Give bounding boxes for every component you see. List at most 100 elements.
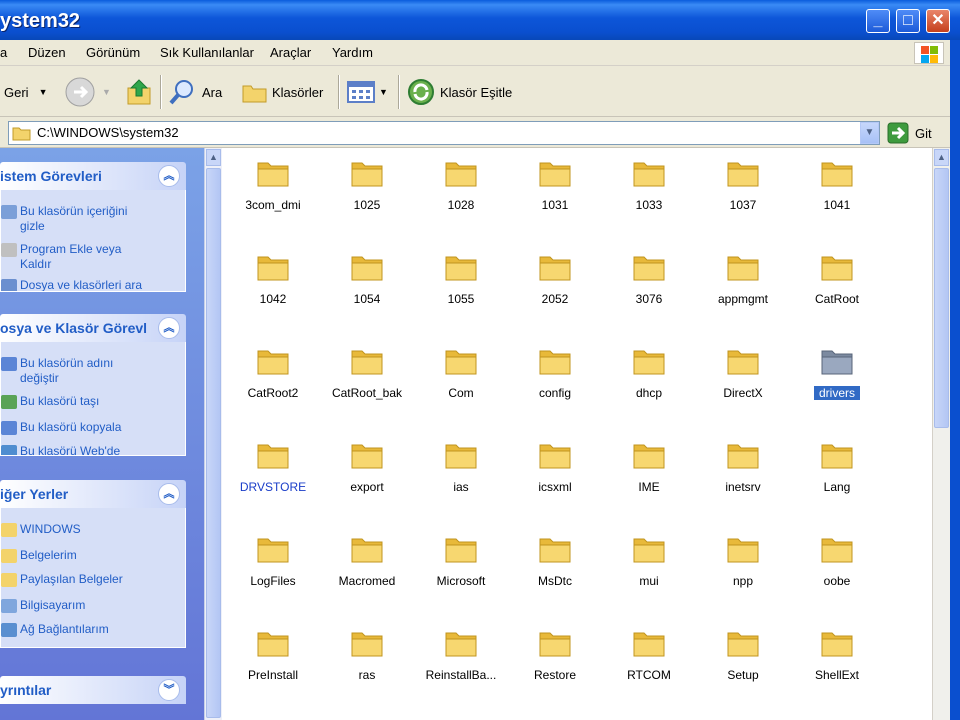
folder-item[interactable]: LogFiles: [226, 528, 316, 608]
folder-item[interactable]: 1031: [508, 152, 598, 232]
folder-item[interactable]: drivers: [790, 340, 880, 420]
folder-item[interactable]: RTCOM: [602, 622, 692, 702]
menu-bar: a Düzen Görünüm Sık Kullanılanlar Araçla…: [0, 40, 960, 66]
folder-item[interactable]: DRVSTORE: [226, 434, 316, 514]
folder-icon: [821, 632, 853, 657]
maximize-button[interactable]: □: [896, 9, 920, 33]
task-pane-scrollbar[interactable]: ▲: [204, 148, 222, 720]
chevron-down-icon[interactable]: ▼: [102, 87, 111, 97]
file-tasks-header[interactable]: osya ve Klasör Görevl ︽: [0, 314, 186, 342]
task-label: Program Ekle veya Kaldır: [20, 242, 122, 271]
task-publish-folder[interactable]: Bu klasörü Web'de: [1, 444, 161, 455]
folder-item[interactable]: 1033: [602, 152, 692, 232]
system-tasks-header[interactable]: istem Görevleri ︽: [0, 162, 186, 190]
details-header[interactable]: yrıntılar ︾: [0, 676, 186, 704]
folder-item[interactable]: Macromed: [320, 528, 410, 608]
folder-item[interactable]: ias: [414, 434, 504, 514]
folder-item[interactable]: icsxml: [508, 434, 598, 514]
folder-item[interactable]: mui: [602, 528, 692, 608]
folder-item[interactable]: oobe: [790, 528, 880, 608]
place-windows[interactable]: WINDOWS: [1, 522, 161, 537]
folder-item[interactable]: 3076: [602, 246, 692, 326]
folder-item[interactable]: ShellExt: [790, 622, 880, 702]
go-button[interactable]: Git: [887, 121, 932, 145]
folder-item[interactable]: dhcp: [602, 340, 692, 420]
folder-item[interactable]: DirectX: [696, 340, 786, 420]
other-places-header[interactable]: iğer Yerler ︽: [0, 480, 186, 508]
folder-item[interactable]: PreInstall: [226, 622, 316, 702]
place-my-documents[interactable]: Belgelerim: [1, 548, 161, 563]
collapse-icon[interactable]: ︽: [158, 165, 180, 187]
folder-label: Restore: [533, 668, 577, 682]
folders-icon: [242, 85, 267, 103]
back-button[interactable]: Geri ▼: [0, 75, 47, 109]
folder-item[interactable]: Setup: [696, 622, 786, 702]
folder-item[interactable]: inetsrv: [696, 434, 786, 514]
address-dropdown-button[interactable]: ▼: [860, 122, 879, 144]
folder-item[interactable]: ras: [320, 622, 410, 702]
task-copy-folder[interactable]: Bu klasörü kopyala: [1, 420, 161, 435]
menu-view[interactable]: Görünüm: [86, 45, 140, 60]
folder-item[interactable]: Com: [414, 340, 504, 420]
folder-label: CatRoot2: [247, 386, 299, 400]
folder-item[interactable]: appmgmt: [696, 246, 786, 326]
collapse-icon[interactable]: ︽: [158, 317, 180, 339]
folder-item[interactable]: 1042: [226, 246, 316, 326]
folder-item[interactable]: 1055: [414, 246, 504, 326]
chevron-down-icon[interactable]: ▼: [379, 87, 388, 97]
scroll-up-icon[interactable]: ▲: [934, 149, 949, 166]
scrollbar-thumb[interactable]: [206, 168, 221, 718]
folder-item[interactable]: CatRoot_bak: [320, 340, 410, 420]
folder-icon: [633, 256, 665, 281]
task-search-files[interactable]: Dosya ve klasörleri ara: [1, 278, 161, 291]
folder-item[interactable]: Microsoft: [414, 528, 504, 608]
folder-item[interactable]: CatRoot2: [226, 340, 316, 420]
task-hide-contents[interactable]: Bu klasörün içeriğini gizle: [1, 204, 141, 234]
place-shared-documents[interactable]: Paylaşılan Belgeler: [1, 572, 161, 587]
menu-edit[interactable]: Düzen: [28, 45, 66, 60]
forward-button[interactable]: ▼: [64, 75, 111, 109]
views-button[interactable]: ▼: [346, 75, 388, 109]
place-my-computer[interactable]: Bilgisayarım: [1, 598, 161, 613]
place-network-connections[interactable]: Ağ Bağlantılarım: [1, 622, 161, 637]
scrollbar-thumb[interactable]: [934, 168, 949, 428]
folder-label: ias: [453, 480, 469, 494]
chevron-down-icon[interactable]: ▼: [39, 87, 48, 97]
folder-item[interactable]: MsDtc: [508, 528, 598, 608]
task-rename-folder[interactable]: Bu klasörün adını değiştir: [1, 356, 131, 386]
folder-item[interactable]: 1041: [790, 152, 880, 232]
folder-item[interactable]: 2052: [508, 246, 598, 326]
folder-item[interactable]: CatRoot: [790, 246, 880, 326]
search-button[interactable]: Ara: [168, 75, 222, 109]
folder-item[interactable]: 3com_dmi: [226, 152, 316, 232]
programs-icon: [1, 243, 17, 257]
folder-view-scrollbar[interactable]: ▲: [932, 148, 950, 720]
folder-item[interactable]: 1054: [320, 246, 410, 326]
folder-item[interactable]: 1028: [414, 152, 504, 232]
folder-item[interactable]: IME: [602, 434, 692, 514]
folders-button[interactable]: Klasörler: [240, 75, 323, 109]
close-button[interactable]: ✕: [926, 9, 950, 33]
folder-item[interactable]: config: [508, 340, 598, 420]
folder-sync-button[interactable]: Klasör Eşitle: [406, 75, 512, 109]
menu-favorites[interactable]: Sık Kullanılanlar: [160, 45, 254, 60]
folder-item[interactable]: npp: [696, 528, 786, 608]
collapse-icon[interactable]: ︽: [158, 483, 180, 505]
task-add-remove-programs[interactable]: Program Ekle veya Kaldır: [1, 242, 141, 272]
minimize-button[interactable]: _: [866, 9, 890, 33]
folder-item[interactable]: ReinstallBa...: [414, 622, 504, 702]
folder-item[interactable]: 1037: [696, 152, 786, 232]
menu-tools[interactable]: Araçlar: [270, 45, 311, 60]
folder-item[interactable]: 1025: [320, 152, 410, 232]
folder-up-icon: [127, 79, 151, 105]
address-input[interactable]: C:\WINDOWS\system32: [8, 121, 880, 145]
folder-item[interactable]: export: [320, 434, 410, 514]
folder-item[interactable]: Restore: [508, 622, 598, 702]
expand-icon[interactable]: ︾: [158, 679, 180, 701]
task-move-folder[interactable]: Bu klasörü taşı: [1, 394, 161, 409]
menu-help[interactable]: Yardım: [332, 45, 373, 60]
folder-item[interactable]: Lang: [790, 434, 880, 514]
scroll-up-icon[interactable]: ▲: [206, 149, 221, 166]
menu-file[interactable]: a: [0, 45, 7, 60]
up-button[interactable]: [122, 75, 154, 109]
